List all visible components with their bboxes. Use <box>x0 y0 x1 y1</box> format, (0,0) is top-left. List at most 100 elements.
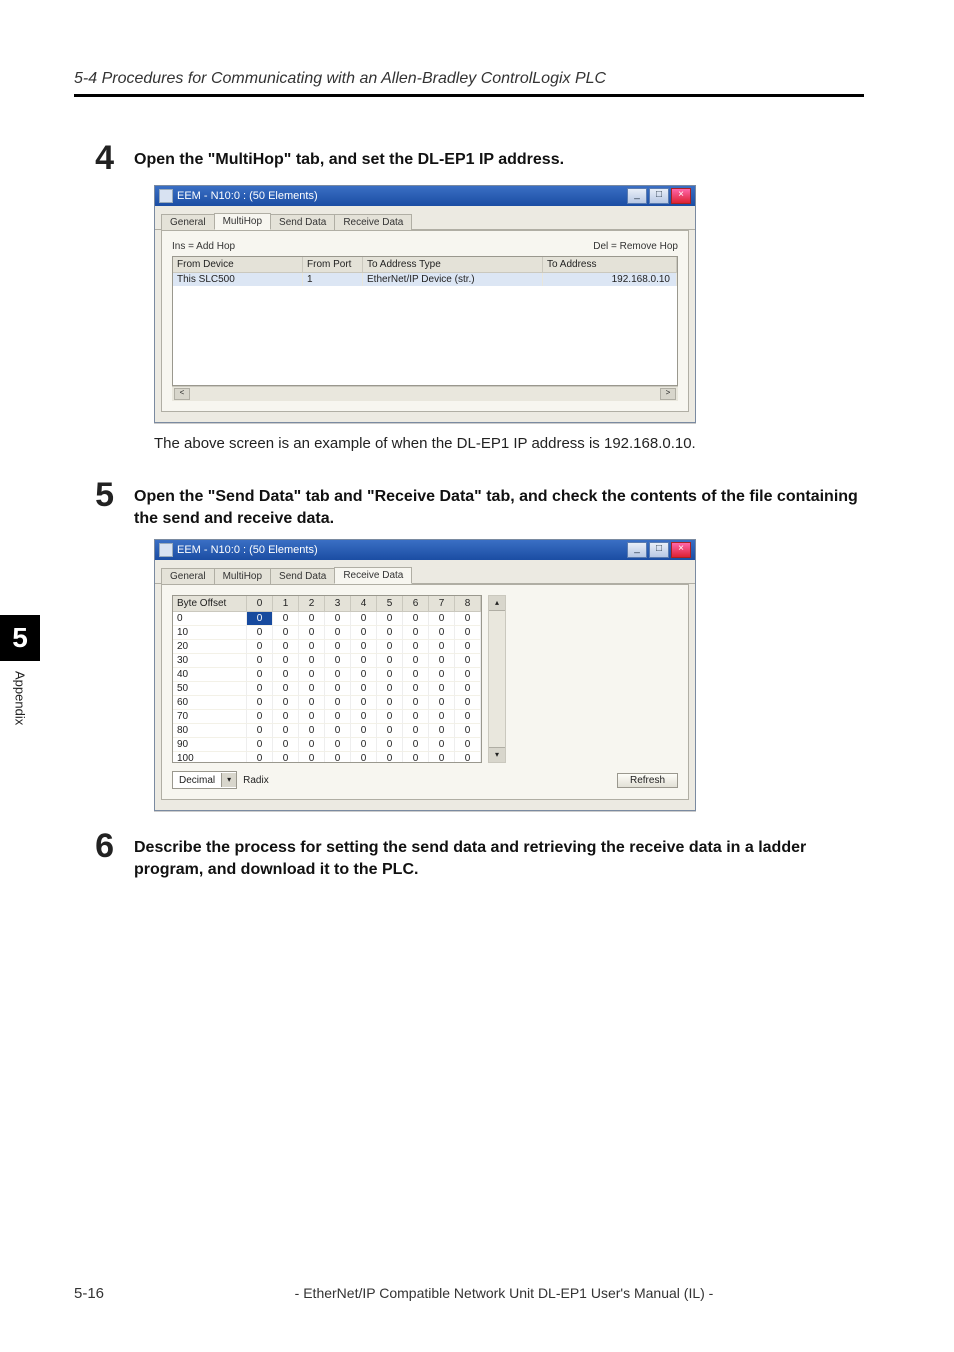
col-header: 2 <box>299 596 325 612</box>
cell-value: 0 <box>247 682 273 696</box>
table-row[interactable]: 10000000000 <box>173 626 481 640</box>
cell-value: 0 <box>455 724 481 738</box>
table-row[interactable]: 0000000000 <box>173 612 481 626</box>
table-row[interactable]: 30000000000 <box>173 654 481 668</box>
cell-value: 0 <box>429 682 455 696</box>
table-row[interactable]: This SLC500 1 EtherNet/IP Device (str.) … <box>173 273 677 286</box>
cell-from-port: 1 <box>303 273 363 286</box>
tab-strip: General MultiHop Send Data Receive Data <box>155 560 695 584</box>
cell-value: 0 <box>455 752 481 762</box>
section-header: 5-4 Procedures for Communicating with an… <box>74 70 864 88</box>
cell-byte-offset: 100 <box>173 752 247 762</box>
cell-value: 0 <box>273 654 299 668</box>
cell-value: 0 <box>325 696 351 710</box>
minimize-button[interactable]: _ <box>627 188 647 204</box>
tab-general[interactable]: General <box>161 568 215 584</box>
scroll-up-button[interactable]: ▴ <box>489 596 505 611</box>
scroll-left-button[interactable]: < <box>174 388 190 400</box>
table-row[interactable]: 60000000000 <box>173 696 481 710</box>
table-row[interactable]: 80000000000 <box>173 724 481 738</box>
cell-to-address: 192.168.0.10 <box>543 273 677 286</box>
tab-send-data[interactable]: Send Data <box>270 568 335 584</box>
cell-value: 0 <box>299 724 325 738</box>
cell-byte-offset: 90 <box>173 738 247 752</box>
window-titlebar[interactable]: EEM - N10:0 : (50 Elements) _ □ × <box>155 540 695 560</box>
cell-byte-offset: 60 <box>173 696 247 710</box>
cell-byte-offset: 30 <box>173 654 247 668</box>
table-row[interactable]: 70000000000 <box>173 710 481 724</box>
cell-value: 0 <box>403 668 429 682</box>
cell-value: 0 <box>247 724 273 738</box>
cell-value: 0 <box>429 738 455 752</box>
col-byte-offset: Byte Offset <box>173 596 247 612</box>
cell-value: 0 <box>455 696 481 710</box>
col-header: 6 <box>403 596 429 612</box>
cell-value: 0 <box>273 668 299 682</box>
maximize-button[interactable]: □ <box>649 188 669 204</box>
cell-value: 0 <box>403 682 429 696</box>
step-number: 6 <box>74 829 114 863</box>
cell-value: 0 <box>403 738 429 752</box>
table-row[interactable]: 20000000000 <box>173 640 481 654</box>
step-4-caption: The above screen is an example of when t… <box>154 433 864 454</box>
cell-value: 0 <box>273 710 299 724</box>
cell-value: 0 <box>351 668 377 682</box>
multihop-table[interactable]: From Device From Port To Address Type To… <box>172 256 678 386</box>
cell-value: 0 <box>403 752 429 762</box>
cell-value: 0 <box>429 626 455 640</box>
cell-value: 0 <box>325 612 351 626</box>
table-row[interactable]: 100000000000 <box>173 752 481 762</box>
cell-value: 0 <box>377 640 403 654</box>
window-titlebar[interactable]: EEM - N10:0 : (50 Elements) _ □ × <box>155 186 695 206</box>
cell-value: 0 <box>403 710 429 724</box>
col-header: 4 <box>351 596 377 612</box>
tab-multihop[interactable]: MultiHop <box>214 213 271 230</box>
table-row[interactable]: 50000000000 <box>173 682 481 696</box>
cell-value: 0 <box>377 738 403 752</box>
step-text: Describe the process for setting the sen… <box>134 829 864 880</box>
tab-general[interactable]: General <box>161 214 215 230</box>
col-header: 7 <box>429 596 455 612</box>
maximize-button[interactable]: □ <box>649 542 669 558</box>
tab-strip: General MultiHop Send Data Receive Data <box>155 206 695 230</box>
cell-byte-offset: 0 <box>173 612 247 626</box>
col-to-address: To Address <box>543 257 677 273</box>
close-button[interactable]: × <box>671 542 691 558</box>
minimize-button[interactable]: _ <box>627 542 647 558</box>
scroll-right-button[interactable]: > <box>660 388 676 400</box>
step-text: Open the "MultiHop" tab, and set the DL-… <box>134 141 864 171</box>
cell-value: 0 <box>325 640 351 654</box>
cell-value: 0 <box>299 626 325 640</box>
radix-value: Decimal <box>173 775 221 786</box>
vertical-scrollbar[interactable]: ▴ ▾ <box>488 595 506 763</box>
refresh-button[interactable]: Refresh <box>617 773 678 788</box>
tab-send-data[interactable]: Send Data <box>270 214 335 230</box>
cell-value: 0 <box>455 710 481 724</box>
cell-value: 0 <box>403 724 429 738</box>
cell-value: 0 <box>325 724 351 738</box>
cell-value: 0 <box>351 682 377 696</box>
table-row[interactable]: 90000000000 <box>173 738 481 752</box>
scroll-down-button[interactable]: ▾ <box>489 747 505 762</box>
close-button[interactable]: × <box>671 188 691 204</box>
table-row[interactable]: 40000000000 <box>173 668 481 682</box>
cell-value: 0 <box>377 752 403 762</box>
cell-value: 0 <box>247 668 273 682</box>
cell-value: 0 <box>403 654 429 668</box>
tab-multihop[interactable]: MultiHop <box>214 568 271 584</box>
tab-receive-data[interactable]: Receive Data <box>334 214 412 230</box>
tab-receive-data[interactable]: Receive Data <box>334 567 412 584</box>
chevron-down-icon[interactable]: ▾ <box>221 773 236 787</box>
cell-value: 0 <box>247 710 273 724</box>
cell-value: 0 <box>273 682 299 696</box>
cell-value: 0 <box>351 626 377 640</box>
horizontal-scrollbar[interactable]: < > <box>172 386 678 401</box>
window-title: EEM - N10:0 : (50 Elements) <box>177 544 318 556</box>
radix-select[interactable]: Decimal ▾ <box>172 771 237 789</box>
cell-value: 0 <box>455 612 481 626</box>
receive-data-table[interactable]: Byte Offset 012345678 000000000010000000… <box>172 595 482 763</box>
cell-value: 0 <box>455 640 481 654</box>
cell-value: 0 <box>403 612 429 626</box>
cell-value: 0 <box>429 640 455 654</box>
chapter-number-badge: 5 <box>0 615 40 661</box>
